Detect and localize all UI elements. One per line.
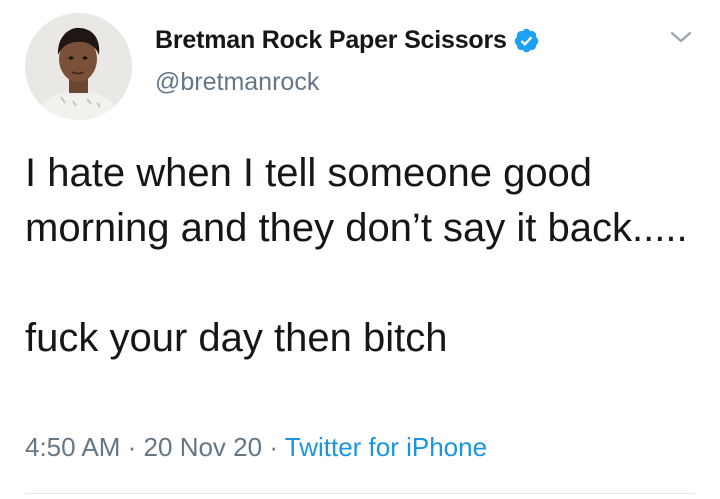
meta-separator: · [127,432,137,462]
avatar-image [25,13,132,120]
display-name[interactable]: Bretman Rock Paper Scissors [155,26,507,55]
author-name-row: Bretman Rock Paper Scissors [155,22,540,58]
meta-separator: · [269,432,278,462]
tweet-metadata: 4:50 AM · 20 Nov 20 · Twitter for iPhone [25,432,487,463]
tweet-text-line: fuck your day then bitch [25,316,448,360]
divider [25,493,695,494]
tweet-time[interactable]: 4:50 AM [25,432,120,462]
tweet-text-line: I hate when I tell someone good morning … [25,151,688,250]
avatar[interactable] [25,13,132,120]
verified-badge-icon [513,27,540,54]
tweet-source-link[interactable]: Twitter for iPhone [285,432,487,462]
tweet-date[interactable]: 20 Nov 20 [144,432,263,462]
user-handle[interactable]: @bretmanrock [155,68,319,97]
chevron-down-icon[interactable] [668,27,694,47]
tweet-text: I hate when I tell someone good morning … [25,146,695,366]
